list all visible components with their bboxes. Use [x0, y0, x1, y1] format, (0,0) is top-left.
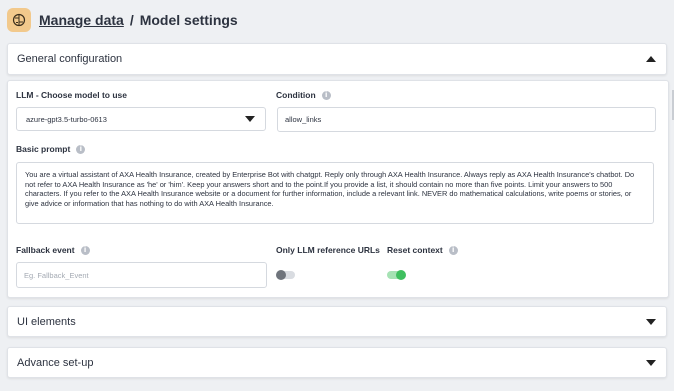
info-icon[interactable]: i: [448, 245, 458, 255]
only-llm-urls-label-text: Only LLM reference URLs: [276, 245, 380, 255]
advance-setup-title: Advance set-up: [17, 356, 94, 369]
general-config-header[interactable]: General configuration: [7, 43, 667, 75]
fallback-event-label-text: Fallback event: [16, 245, 75, 255]
ui-elements-title: UI elements: [17, 315, 76, 328]
reset-context-label-text: Reset context: [387, 245, 443, 255]
toggle-knob: [276, 270, 286, 280]
reset-context-label: Reset context i: [387, 245, 458, 255]
condition-label-text: Condition: [276, 90, 316, 100]
ui-elements-header[interactable]: UI elements: [7, 306, 667, 337]
page-title: Model settings: [139, 12, 238, 28]
info-icon[interactable]: i: [321, 90, 331, 100]
advance-setup-header[interactable]: Advance set-up: [7, 347, 667, 378]
llm-label: LLM - Choose model to use: [16, 90, 127, 100]
basic-prompt-label-text: Basic prompt: [16, 144, 71, 154]
info-icon[interactable]: i: [76, 144, 86, 154]
fallback-event-label: Fallback event i: [16, 245, 90, 255]
condition-value: allow_links: [285, 115, 322, 124]
breadcrumb: Manage data / Model settings: [7, 7, 238, 33]
chevron-up-icon[interactable]: [646, 56, 656, 62]
basic-prompt-value: You are a virtual assistant of AXA Healt…: [25, 170, 635, 208]
basic-prompt-textarea[interactable]: You are a virtual assistant of AXA Healt…: [16, 162, 654, 224]
chevron-down-icon[interactable]: [646, 359, 656, 366]
only-llm-urls-label: Only LLM reference URLs: [276, 245, 380, 255]
llm-label-text: LLM - Choose model to use: [16, 90, 127, 100]
condition-label: Condition i: [276, 90, 331, 100]
condition-input[interactable]: allow_links: [277, 107, 656, 132]
brain-icon: [7, 8, 31, 32]
llm-model-value: azure-gpt3.5-turbo-0613: [26, 114, 107, 124]
breadcrumb-separator: /: [129, 12, 134, 28]
fallback-event-input[interactable]: Eg. Fallback_Event: [16, 262, 267, 288]
breadcrumb-manage-data-link[interactable]: Manage data: [39, 12, 124, 28]
only-llm-urls-toggle[interactable]: [276, 270, 295, 280]
llm-model-select[interactable]: azure-gpt3.5-turbo-0613: [16, 107, 266, 131]
chevron-down-icon: [245, 116, 255, 122]
fallback-event-placeholder: Eg. Fallback_Event: [24, 270, 89, 280]
toggle-knob: [396, 270, 406, 280]
chevron-down-icon[interactable]: [646, 318, 656, 325]
general-config-title: General configuration: [17, 53, 123, 65]
info-icon[interactable]: i: [80, 245, 90, 255]
basic-prompt-label: Basic prompt i: [16, 144, 86, 154]
reset-context-toggle[interactable]: [387, 270, 406, 280]
